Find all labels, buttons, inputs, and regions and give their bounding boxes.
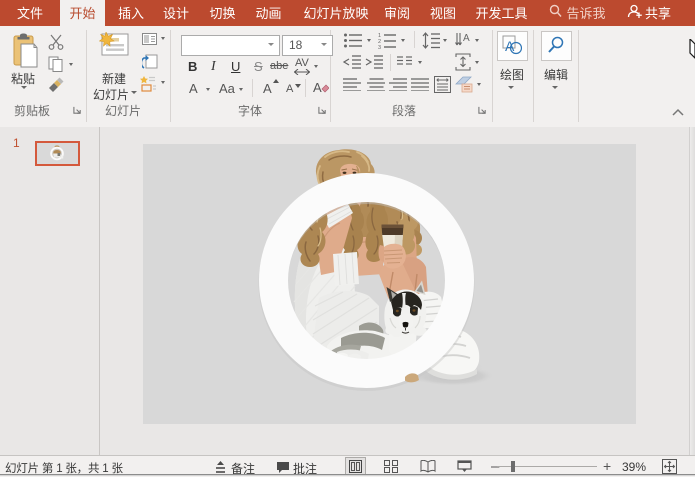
svg-text:A: A	[463, 33, 470, 44]
svg-text:3: 3	[378, 45, 381, 49]
svg-text:A: A	[505, 38, 515, 54]
svg-text:A: A	[313, 80, 322, 95]
